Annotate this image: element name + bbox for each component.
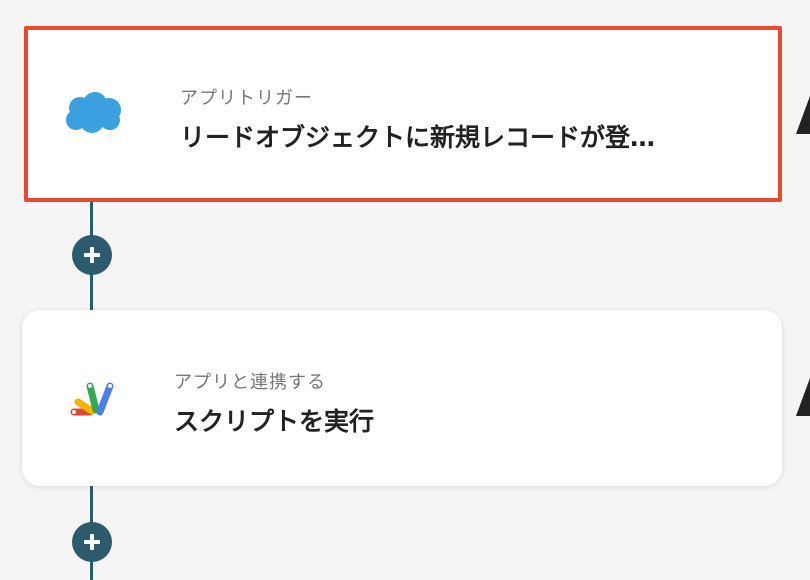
step-kind-label: アプリと連携する: [174, 372, 326, 393]
add-step-button[interactable]: [72, 235, 112, 275]
step-kind-label: アプリトリガー: [180, 88, 313, 109]
warning-icon: [796, 378, 810, 416]
google-apps-script-icon: [68, 378, 118, 424]
step-title: リードオブジェクトに新規レコードが登…: [180, 123, 656, 152]
plus-icon: [84, 247, 100, 263]
add-step-button[interactable]: [72, 522, 112, 562]
step-title: スクリプトを実行: [174, 407, 375, 436]
salesforce-cloud-icon: [64, 92, 124, 138]
plus-icon: [84, 534, 100, 550]
step-card-action[interactable]: アプリと連携する スクリプトを実行: [22, 310, 782, 486]
step-card-trigger[interactable]: アプリトリガー リードオブジェクトに新規レコードが登…: [24, 26, 782, 202]
warning-icon: [796, 96, 810, 134]
